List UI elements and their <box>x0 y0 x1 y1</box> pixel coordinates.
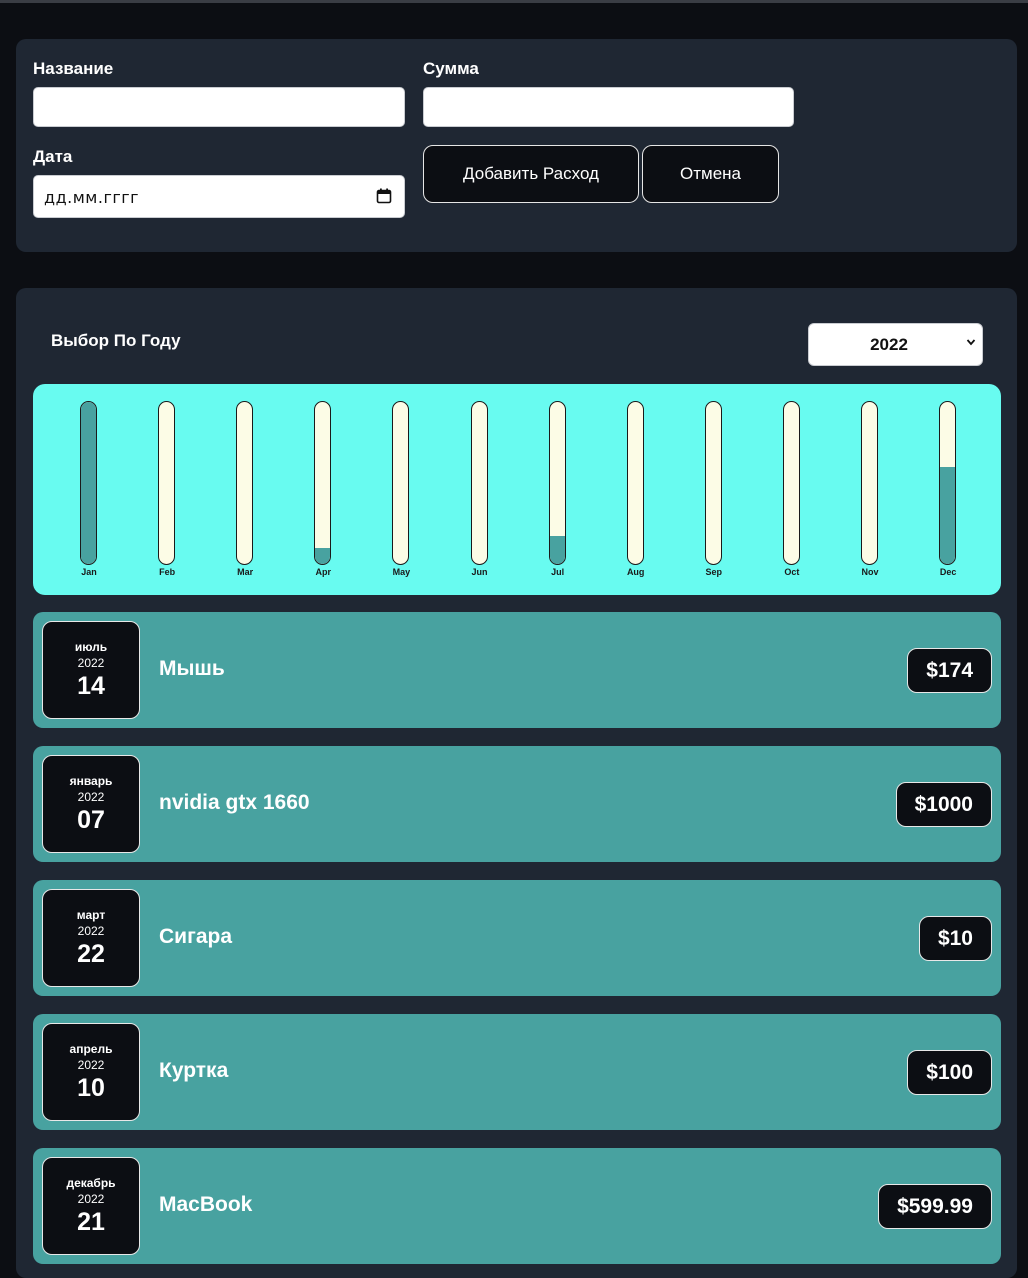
expense-date-year: 2022 <box>77 790 105 804</box>
expense-amount: $174 <box>907 648 992 693</box>
expense-date-year: 2022 <box>77 1192 105 1206</box>
expense-date-day: 10 <box>77 1074 105 1102</box>
expense-date-month: декабрь <box>66 1176 116 1190</box>
chevron-down-icon <box>966 339 976 346</box>
expense-title: MacBook <box>159 1193 253 1216</box>
amount-input[interactable] <box>423 87 794 127</box>
date-input[interactable]: дд.мм.гггг <box>33 175 405 218</box>
chart-bar-label: Feb <box>159 567 176 577</box>
chart-bar-nov: Nov <box>840 401 900 591</box>
expense-item[interactable]: январь 2022 07 nvidia gtx 1660 $1000 <box>33 746 1001 862</box>
calendar-icon[interactable] <box>376 188 392 204</box>
chart-bar-sep: Sep <box>684 401 744 591</box>
add-expense-button[interactable]: Добавить Расход <box>423 145 639 203</box>
expense-date-day: 07 <box>77 806 105 834</box>
chart-bar-label: Sep <box>705 567 723 577</box>
chart-bar-label: Dec <box>939 567 957 577</box>
amount-label: Сумма <box>423 59 479 78</box>
expense-item[interactable]: апрель 2022 10 Куртка $100 <box>33 1014 1001 1130</box>
chart-bar-track <box>626 401 644 565</box>
chart-bar-mar: Mar <box>215 401 275 591</box>
chart-bar-feb: Feb <box>137 401 197 591</box>
expenses-panel: Выбор По Году 2022 Jan Feb Mar Apr May Jun Jul… <box>16 288 1017 1278</box>
chart-bar-label: Oct <box>784 567 800 577</box>
expense-date-year: 2022 <box>77 656 105 670</box>
expense-date: декабрь 2022 21 <box>42 1157 140 1255</box>
chart-bar-label: Jul <box>551 567 565 577</box>
expense-item[interactable]: март 2022 22 Сигара $10 <box>33 880 1001 996</box>
expense-amount: $599.99 <box>878 1184 992 1229</box>
chart-bar-dec: Dec <box>918 401 978 591</box>
expense-date: январь 2022 07 <box>42 755 140 853</box>
chart-bar-track <box>782 401 800 565</box>
expense-date-month: март <box>76 908 106 922</box>
expense-date-year: 2022 <box>77 924 105 938</box>
chart-bar-label: Aug <box>626 567 645 577</box>
expense-date: апрель 2022 10 <box>42 1023 140 1121</box>
new-expense-form: Название Сумма Дата дд.мм.гггг Добавить … <box>16 39 1017 252</box>
expense-amount: $1000 <box>895 782 992 827</box>
expense-item[interactable]: июль 2022 14 Мышь $174 <box>33 612 1001 728</box>
expenses-chart: Jan Feb Mar Apr May Jun Jul Aug Sep Oct Nov Dec <box>33 384 1001 595</box>
expense-date-day: 14 <box>77 672 105 700</box>
year-select[interactable]: 2022 <box>808 323 983 366</box>
chart-bar-fill <box>315 548 331 564</box>
date-placeholder: дд.мм.гггг <box>44 188 140 207</box>
chart-bar-jun: Jun <box>450 401 510 591</box>
chart-bar-label: Mar <box>237 567 254 577</box>
chart-bar-track <box>470 401 488 565</box>
chart-bar-label: May <box>392 567 411 577</box>
expense-date-month: январь <box>69 774 113 788</box>
chart-bar-jul: Jul <box>528 401 588 591</box>
year-select-value: 2022 <box>870 335 908 354</box>
expense-amount: $100 <box>907 1050 992 1095</box>
expense-date: март 2022 22 <box>42 889 140 987</box>
expense-date: июль 2022 14 <box>42 621 140 719</box>
expense-date-month: апрель <box>69 1042 113 1056</box>
name-label: Название <box>33 59 114 78</box>
chart-bar-fill <box>81 402 96 564</box>
chart-bar-track <box>236 401 254 565</box>
expense-item[interactable]: декабрь 2022 21 MacBook $599.99 <box>33 1148 1001 1264</box>
expense-title: Мышь <box>159 657 225 680</box>
chart-bar-track <box>314 401 332 565</box>
chart-bar-fill <box>940 467 956 564</box>
chart-bar-label: Jan <box>81 567 97 577</box>
chart-bar-label: Nov <box>861 567 879 577</box>
chart-bar-may: May <box>371 401 431 591</box>
expense-date-day: 21 <box>77 1208 105 1236</box>
cancel-button[interactable]: Отмена <box>642 145 779 203</box>
expense-amount: $10 <box>918 916 992 961</box>
name-input[interactable] <box>33 87 405 127</box>
chart-bar-label: Apr <box>315 567 332 577</box>
chart-bar-track <box>704 401 722 565</box>
chart-bar-aug: Aug <box>606 401 666 591</box>
chart-bar-track <box>861 401 878 565</box>
chart-bar-apr: Apr <box>293 401 353 591</box>
date-label: Дата <box>33 147 73 166</box>
expense-date-month: июль <box>74 640 108 654</box>
expense-title: Сигара <box>159 925 233 948</box>
chart-bar-jan: Jan <box>59 401 119 591</box>
chart-bar-track <box>392 401 410 565</box>
expense-date-day: 22 <box>77 940 105 968</box>
chart-bar-oct: Oct <box>762 401 822 591</box>
chart-bar-track <box>939 401 957 565</box>
chart-bar-track <box>158 401 176 565</box>
window-top-border <box>0 0 1028 3</box>
chart-bar-label: Jun <box>471 567 488 577</box>
expense-title: Куртка <box>159 1059 229 1082</box>
chart-bar-track <box>80 401 97 565</box>
chart-bar-track <box>548 401 566 565</box>
chart-bar-fill <box>549 536 565 564</box>
year-filter-label: Выбор По Году <box>51 331 181 350</box>
expense-date-year: 2022 <box>77 1058 105 1072</box>
expense-title: nvidia gtx 1660 <box>159 791 310 814</box>
